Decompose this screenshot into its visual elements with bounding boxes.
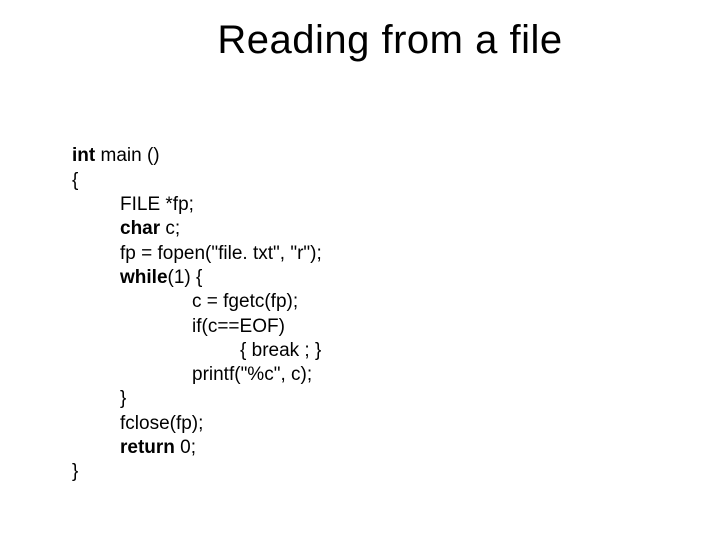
code-line: printf("%c", c); — [72, 363, 312, 387]
keyword-while: while — [120, 267, 168, 288]
code-line: c = fgetc(fp); — [72, 290, 298, 314]
code-line: { break ; } — [72, 339, 321, 363]
keyword-return: return — [120, 437, 175, 458]
code-line: { — [72, 170, 78, 191]
slide: Reading from a file int main () { FILE *… — [0, 0, 720, 540]
code-line: } — [72, 387, 126, 411]
keyword-int: int — [72, 145, 95, 166]
main-sig: main () — [95, 145, 159, 166]
code-line: char c; — [72, 217, 180, 241]
code-line: FILE *fp; — [72, 193, 194, 217]
code-line: while(1) { — [72, 266, 202, 290]
code-line: fclose(fp); — [72, 412, 203, 436]
code-block: int main () { FILE *fp; char c; fp = fop… — [72, 120, 322, 509]
code-line: int main () — [72, 145, 160, 166]
code-line: } — [72, 461, 78, 482]
char-decl: c; — [160, 218, 180, 239]
code-line: return 0; — [72, 436, 196, 460]
keyword-char: char — [120, 218, 160, 239]
slide-title: Reading from a file — [0, 0, 720, 63]
code-line: fp = fopen("file. txt", "r"); — [72, 242, 322, 266]
code-line: if(c==EOF) — [72, 315, 285, 339]
while-cond: (1) { — [168, 267, 203, 288]
return-val: 0; — [175, 437, 196, 458]
